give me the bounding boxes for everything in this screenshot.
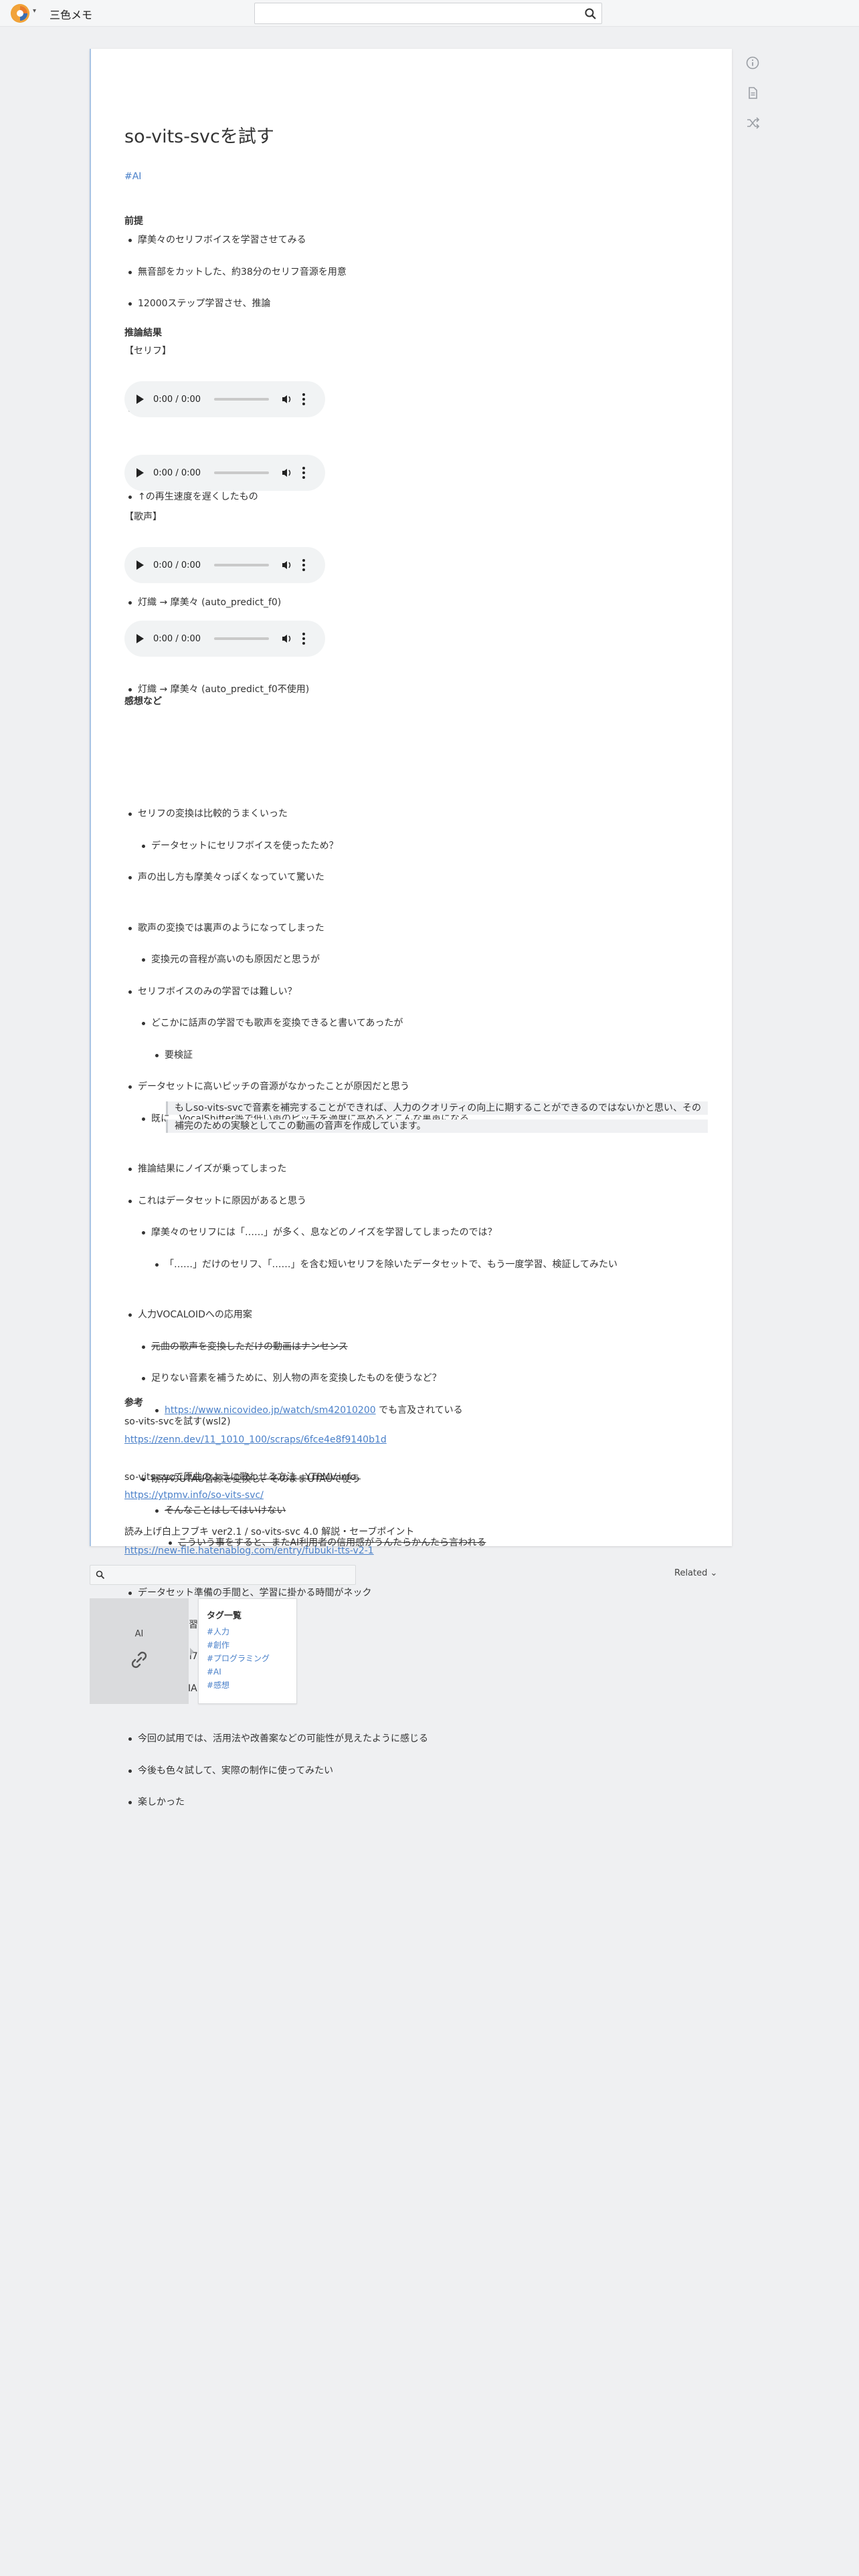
more-options-icon[interactable]: [302, 393, 306, 405]
search-input[interactable]: [255, 3, 576, 23]
audio-seek-bar[interactable]: [214, 637, 270, 640]
document-icon[interactable]: [745, 86, 760, 100]
shuffle-icon[interactable]: [745, 116, 760, 130]
audio-seek-bar[interactable]: [214, 471, 270, 474]
heading-impressions: 感想など: [124, 696, 162, 707]
play-icon[interactable]: [136, 395, 144, 404]
reference-link[interactable]: https://ytpmv.info/so-vits-svc/: [124, 1489, 264, 1502]
search-icon[interactable]: [584, 7, 597, 21]
list-item: https://www.nicovideo.jp/watch/sm4201020…: [151, 1404, 740, 1417]
play-icon[interactable]: [136, 468, 144, 477]
more-options-icon[interactable]: [302, 633, 306, 645]
search-icon: [96, 1570, 105, 1580]
list-item: 推論結果にノイズが乗ってしまった: [124, 1162, 713, 1176]
list-item: 変換元の音程が高いのも原因だと思うが: [138, 953, 727, 966]
list-item: 今後も色々試して、実際の制作に使ってみたい: [124, 1764, 713, 1778]
audio-player[interactable]: 0:00 / 0:00: [124, 381, 325, 417]
tag-link[interactable]: #プログラミング: [207, 1652, 288, 1665]
volume-icon[interactable]: [281, 393, 293, 405]
card-title: AI: [134, 1629, 144, 1639]
list-item: セリフボイスのみの学習では難しい？: [124, 985, 713, 998]
related-label: Related: [674, 1568, 708, 1578]
list-item: セリフの変換は比較的うまくいった: [124, 807, 713, 821]
list-item: 摩美々のセリフボイスを学習させてみる: [124, 233, 713, 247]
heading-prereq: 前提: [124, 216, 143, 227]
audio-player[interactable]: 0:00 / 0:00: [124, 547, 325, 583]
list-item: データセットに高いピッチの音源がなかったことが原因だと思う: [124, 1080, 713, 1093]
link-icon: [131, 1651, 147, 1669]
related-card-ai[interactable]: AI: [90, 1598, 189, 1704]
more-options-icon[interactable]: [302, 559, 306, 571]
list-item: そんなことはしてはいけない: [151, 1504, 740, 1517]
list-item: 灯織 → 摩美々 (auto_predict_f0): [124, 596, 713, 609]
volume-icon[interactable]: [281, 467, 293, 479]
list-item: 元曲の歌声を変換しただけの動画はナンセンス: [138, 1340, 727, 1354]
list-item: 歌声の変換では裏声のようになってしまった: [124, 922, 713, 935]
heading-result: 推論結果: [124, 328, 162, 338]
list-item: どこかに話声の学習でも歌声を変換できると書いてあったが: [138, 1016, 727, 1030]
project-name[interactable]: 三色メモ: [50, 6, 92, 22]
list-item: データセット準備の手間と、学習に掛かる時間がネック: [124, 1586, 713, 1600]
tag-link[interactable]: #人力: [207, 1625, 288, 1638]
card-arrow-icon: [190, 1648, 194, 1656]
page-lines: so-vits-svcを試す #AI 前提 摩美々のセリフボイスを学習させてみる…: [124, 77, 713, 1808]
top-navbar: ▾ 三色メモ: [0, 0, 859, 27]
quote-line: もしso-vits-svcで音素を補完することができれば、人力のクオリティの向上…: [166, 1101, 708, 1115]
more-options-icon[interactable]: [302, 467, 306, 479]
info-icon[interactable]: [745, 56, 760, 70]
volume-icon[interactable]: [281, 633, 293, 645]
page-title[interactable]: so-vits-svcを試す: [124, 126, 274, 148]
related-card-tags[interactable]: タグ一覧 #人力 #創作 #プログラミング #AI #感想: [198, 1598, 297, 1704]
list-item-text: でも言及されている: [375, 1405, 463, 1416]
tag-link-ai[interactable]: #AI: [124, 170, 141, 183]
list-item: 声の出し方も摩美々っぽくなっていて驚いた: [124, 871, 713, 884]
audio-seek-bar[interactable]: [214, 398, 270, 401]
heading-references: 参考: [124, 1398, 143, 1408]
chevron-down-icon[interactable]: ▾: [33, 7, 36, 15]
tag-link[interactable]: #感想: [207, 1679, 288, 1692]
list-item: データセットにセリフボイスを使ったため？: [138, 839, 727, 853]
play-icon[interactable]: [136, 634, 144, 643]
list-item: 「……」だけのセリフ、「……」を含む短いセリフを除いたデータセットで、もう一度学…: [151, 1258, 740, 1271]
search-bar[interactable]: [254, 3, 602, 24]
audio-time: 0:00 / 0:00: [153, 560, 201, 570]
audio-seek-bar[interactable]: [214, 564, 270, 566]
list-item: 足りない音素を補うために、別人物の声を変換したものを使うなど？: [138, 1372, 727, 1385]
list-item: 楽しかった: [124, 1796, 713, 1809]
tag-link[interactable]: #AI: [207, 1665, 288, 1679]
list-item: 灯織 → 摩美々 (auto_predict_f0不使用): [124, 683, 713, 696]
audio-time: 0:00 / 0:00: [153, 394, 201, 405]
play-icon[interactable]: [136, 560, 144, 570]
chevron-down-icon: ⌄: [710, 1568, 718, 1578]
audio-player[interactable]: 0:00 / 0:00: [124, 621, 325, 657]
audio-time: 0:00 / 0:00: [153, 467, 201, 478]
list-item: これはデータセットに原因があると思う: [124, 1194, 713, 1208]
volume-icon[interactable]: [281, 559, 293, 571]
related-sort-dropdown[interactable]: Related ⌄: [674, 1568, 717, 1578]
reference-title: so-vits-svcで原曲のように歌わせる方法 - YTPMV.info: [124, 1472, 357, 1483]
list-item: 12000ステップ学習させ、推論: [124, 297, 713, 310]
project-logo-icon[interactable]: [11, 4, 29, 23]
list-item: 要検証: [151, 1049, 740, 1062]
audio-time: 0:00 / 0:00: [153, 633, 201, 644]
label-serif: 【セリフ】: [124, 346, 171, 356]
list-item: 今回の試用では、活用法や改善案などの可能性が見えたように感じる: [124, 1732, 713, 1745]
card-title: タグ一覧: [207, 1611, 242, 1621]
quote-line: 補完のための実験としてこの動画の音声を作成しています。: [166, 1119, 708, 1133]
nicovideo-link[interactable]: https://www.nicovideo.jp/watch/sm4201020…: [165, 1405, 376, 1416]
reference-link[interactable]: https://new-file.hatenablog.com/entry/fu…: [124, 1544, 374, 1558]
tag-link[interactable]: #創作: [207, 1638, 288, 1652]
label-sing: 【歌声】: [124, 512, 162, 522]
list-item: 摩美々のセリフには「……」が多く、息などのノイズを学習してしまったのでは？: [138, 1226, 727, 1239]
list-item: 人力VOCALOIDへの応用案: [124, 1308, 713, 1321]
filter-input[interactable]: [109, 1566, 350, 1584]
reference-link[interactable]: https://zenn.dev/11_1010_100/scraps/6fce…: [124, 1433, 387, 1446]
related-filter[interactable]: [90, 1565, 356, 1585]
reference-title: so-vits-svcを試す(wsl2): [124, 1416, 231, 1427]
list-item: ↑の再生速度を遅くしたもの: [124, 490, 713, 504]
audio-player[interactable]: 0:00 / 0:00: [124, 455, 325, 491]
reference-title: 読み上げ白上フブキ ver2.1 / so-vits-svc 4.0 解説・セー…: [124, 1527, 415, 1537]
list-item: 無音部をカットした、約38分のセリフ音源を用意: [124, 265, 713, 279]
page-card: so-vits-svcを試す #AI 前提 摩美々のセリフボイスを学習させてみる…: [90, 49, 732, 1808]
